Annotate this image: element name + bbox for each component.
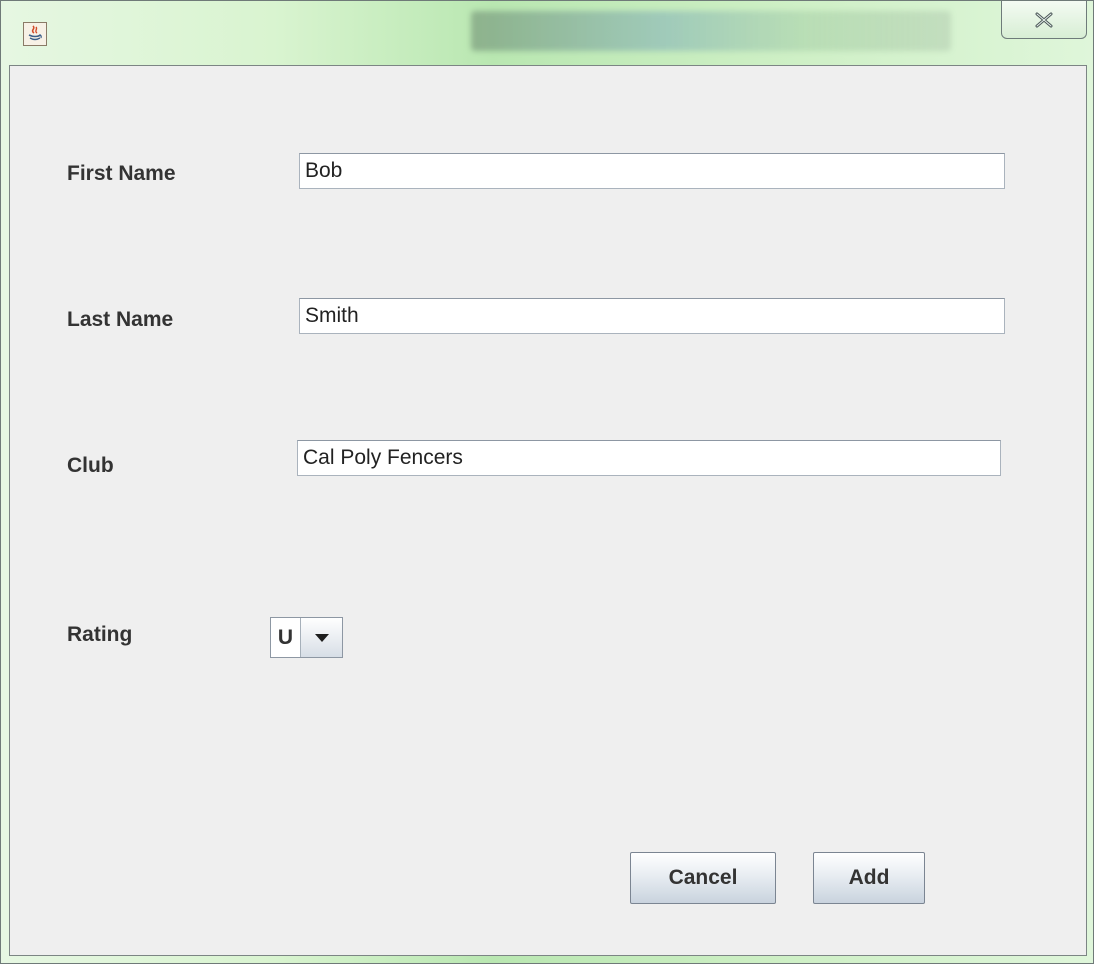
club-field[interactable]: Cal Poly Fencers <box>297 440 1001 476</box>
close-x-icon <box>1035 12 1053 27</box>
rating-dropdown-button[interactable] <box>301 618 342 657</box>
title-bar[interactable] <box>1 1 1093 63</box>
dialog-window: First Name Bob Last Name Smith Club Cal … <box>0 0 1094 964</box>
first-name-field[interactable]: Bob <box>299 153 1005 189</box>
rating-selected-value: U <box>271 618 301 657</box>
chevron-down-icon <box>314 633 329 642</box>
cancel-button[interactable]: Cancel <box>630 852 776 904</box>
java-app-icon[interactable] <box>23 22 47 46</box>
club-label: Club <box>67 454 114 477</box>
rating-label: Rating <box>67 623 133 646</box>
last-name-label: Last Name <box>67 308 174 331</box>
last-name-field[interactable]: Smith <box>299 298 1005 334</box>
background-window-blur <box>471 11 951 51</box>
rating-combobox[interactable]: U <box>270 617 343 658</box>
close-button[interactable] <box>1001 1 1087 39</box>
first-name-label: First Name <box>67 162 176 185</box>
add-button[interactable]: Add <box>813 852 925 904</box>
dialog-content: First Name Bob Last Name Smith Club Cal … <box>9 65 1087 956</box>
